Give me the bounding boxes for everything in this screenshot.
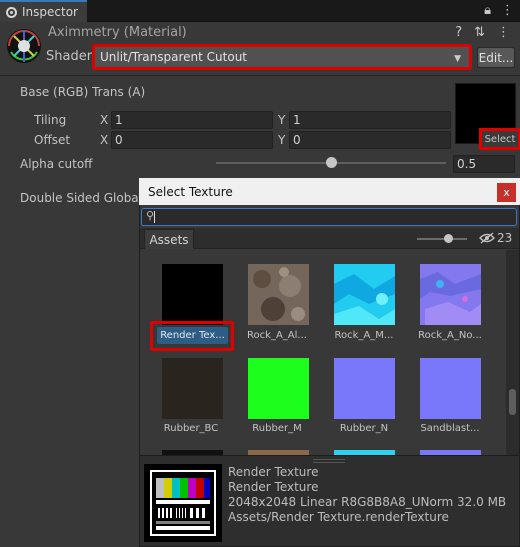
tiling-label: Tiling: [34, 113, 67, 127]
tiling-y-field[interactable]: 1: [289, 111, 451, 129]
search-input[interactable]: [141, 208, 517, 226]
preview-type: Render Texture: [228, 480, 319, 494]
preview-info: 2048x2048 Linear R8G8B8A8_UNorm 32.0 MB: [228, 495, 507, 509]
asset-thumb-render-texture[interactable]: [162, 264, 223, 325]
material-preview-icon: [4, 26, 44, 66]
tiling-y-label: Y: [278, 113, 286, 127]
asset-label: Rubber_M: [252, 423, 302, 434]
tiling-x-label: X: [100, 113, 109, 127]
offset-x-label: X: [100, 133, 109, 147]
edit-shader-button[interactable]: Edit...: [477, 47, 515, 68]
hidden-count: 23: [497, 231, 513, 245]
resize-grip[interactable]: [313, 462, 345, 463]
select-texture-title: Select Texture: [139, 178, 520, 205]
grid-scrollbar-thumb[interactable]: [509, 389, 516, 415]
asset-label-selected[interactable]: Render Tex...: [157, 327, 228, 344]
asset-thumb-sandblast[interactable]: [420, 358, 481, 419]
asset-label: Rock_A_Al...: [247, 330, 307, 341]
offset-y-field[interactable]: 0: [289, 131, 451, 149]
more-options-icon[interactable]: ⋮: [501, 3, 514, 18]
base-texture-label: Base (RGB) Trans (A): [20, 85, 146, 99]
hidden-items-toggle[interactable]: 23: [479, 231, 512, 245]
asset-thumb-rock-metallic[interactable]: [334, 264, 395, 325]
dropdown-arrow-icon: ▼: [454, 54, 461, 64]
text-caret: [154, 211, 155, 223]
asset-thumb-rock-normal[interactable]: [420, 264, 481, 325]
double-sided-gi-label: Double Sided Global Illumination: [20, 191, 139, 205]
material-name: Aximmetry (Material): [48, 25, 187, 40]
offset-x-field[interactable]: 0: [111, 131, 273, 149]
close-window-button[interactable]: x: [497, 183, 516, 202]
shader-label: Shader: [46, 49, 93, 64]
thumbnail-size-slider[interactable]: [417, 238, 467, 240]
offset-y-label: Y: [278, 133, 286, 147]
preview-path: Assets/Render Texture.renderTexture: [228, 510, 449, 524]
more-icon[interactable]: ⋮: [497, 25, 510, 40]
help-icon[interactable]: ?: [455, 25, 462, 40]
eye-hidden-icon: [479, 232, 495, 244]
texture-preview-image: [144, 464, 222, 542]
asset-thumb-rubber-m[interactable]: [248, 358, 309, 419]
assets-tab[interactable]: Assets: [144, 229, 194, 249]
shader-value: Unlit/Transparent Cutout: [100, 50, 248, 64]
info-icon: [6, 6, 17, 18]
lock-icon[interactable]: 🔒︎: [484, 3, 491, 18]
header-icons: ? ⇅ ⋮: [455, 25, 510, 40]
asset-label: Rock_A_M...: [334, 330, 394, 341]
shader-dropdown[interactable]: Unlit/Transparent Cutout ▼: [92, 44, 472, 70]
texture-select-button[interactable]: Select: [479, 128, 520, 150]
resize-grip[interactable]: [313, 459, 345, 460]
alpha-cutoff-label: Alpha cutoff: [20, 157, 93, 171]
offset-label: Offset: [34, 133, 71, 147]
inspector-tab[interactable]: Inspector: [0, 0, 87, 22]
asset-label: Sandblast...: [420, 423, 480, 434]
alpha-cutoff-field[interactable]: 0.5: [453, 155, 515, 173]
presets-icon[interactable]: ⇅: [474, 25, 485, 40]
asset-thumb-rock-albedo[interactable]: [248, 264, 309, 325]
alpha-cutoff-slider-thumb[interactable]: [325, 157, 337, 168]
thumbnail-size-thumb[interactable]: [444, 234, 453, 243]
asset-label: Rubber_N: [339, 423, 389, 434]
asset-thumb-rubber-bc[interactable]: [162, 358, 223, 419]
header-divider: [0, 75, 520, 76]
asset-thumb-rubber-n[interactable]: [334, 358, 395, 419]
preview-name: Render Texture: [228, 465, 319, 479]
tiling-x-field[interactable]: 1: [111, 111, 273, 129]
asset-label: Rock_A_No...: [418, 330, 482, 341]
inspector-tab-label: Inspector: [22, 5, 78, 19]
grid-scrollbar[interactable]: [506, 250, 519, 455]
tab-bar-controls: 🔒︎ ⋮: [484, 3, 514, 18]
search-icon: ⚲: [146, 209, 155, 222]
asset-label: Rubber_BC: [163, 423, 219, 434]
